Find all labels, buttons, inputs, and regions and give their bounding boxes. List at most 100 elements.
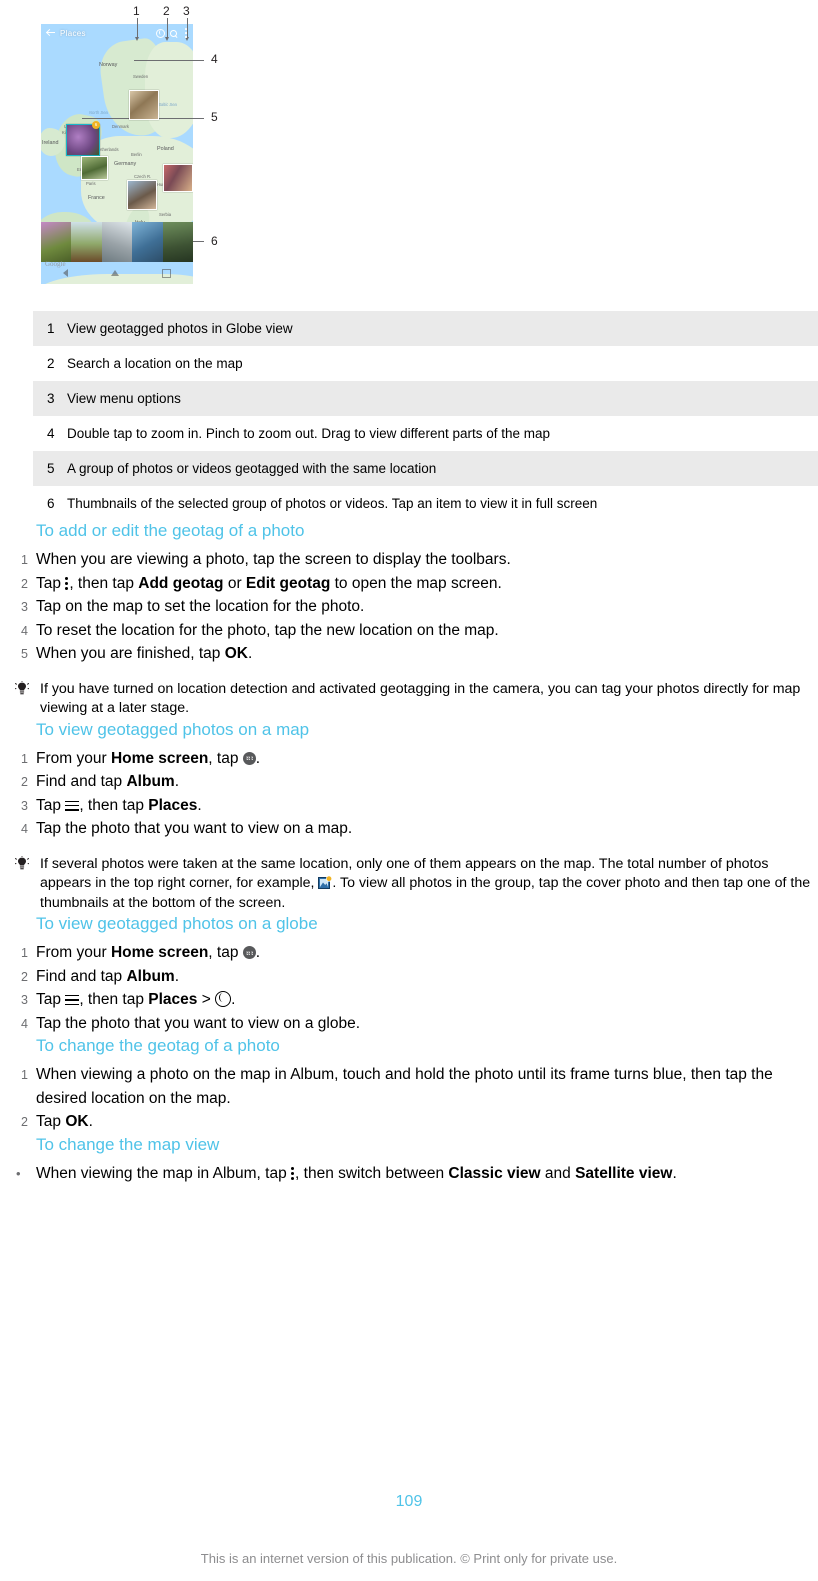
table-row-text: Double tap to zoom in. Pinch to zoom out… (67, 426, 551, 441)
ui-label-album: Album (126, 967, 175, 985)
photo-pin-denmark[interactable] (129, 90, 159, 120)
step-text: . (255, 749, 261, 767)
section-heading-view-on-globe: To view geotagged photos on a globe (36, 914, 318, 933)
section-heading-change-geotag: To change the geotag of a photo (36, 1036, 280, 1055)
step-text: . (88, 1113, 93, 1130)
step-text: . (255, 944, 261, 961)
step-item: From your Home screen, tap . (0, 747, 818, 771)
thumbnail-item[interactable] (101, 222, 133, 262)
nav-recents-icon[interactable] (162, 268, 172, 278)
ui-label-edit-geotag: Edit geotag (245, 574, 331, 592)
step-text: . (174, 967, 180, 985)
callout-number-4: 4 (211, 52, 218, 66)
back-arrow-icon[interactable] (47, 29, 55, 37)
callout-number-3: 3 (183, 4, 190, 18)
step-item: Tap , then tap Places > . (0, 988, 818, 1012)
globe-icon[interactable] (156, 28, 165, 38)
app-drawer-icon[interactable] (242, 751, 256, 765)
table-row-text: Search a location on the map (67, 356, 243, 371)
map-label: Berlin (131, 152, 142, 157)
group-count-badge: 6 (92, 121, 100, 129)
table-row: 1 View geotagged photos in Globe view (33, 311, 818, 346)
thumbnail-strip[interactable] (41, 222, 193, 262)
step-text: , tap (208, 944, 243, 961)
table-row-text: View geotagged photos in Globe view (67, 321, 293, 336)
step-item: Tap the photo that you want to view on a… (0, 1012, 818, 1036)
tip-note-several-photos: If several photos were taken at the same… (0, 855, 818, 914)
thumbnail-item[interactable] (162, 222, 193, 262)
callout-number-6: 6 (211, 234, 218, 248)
phone-screenshot-figure: Places Norway Sweden North Sea Baltic Sea De… (0, 0, 260, 295)
phone-screen: Places Norway Sweden North Sea Baltic Sea De… (41, 24, 193, 284)
section-heading-add-edit-geotag: To add or edit the geotag of a photo (36, 521, 305, 540)
lightbulb-icon (15, 680, 29, 697)
step-text: When viewing a photo on the map in Album… (36, 1066, 773, 1107)
nav-back-icon[interactable] (62, 269, 68, 277)
step-text: . (247, 645, 253, 662)
bullet-text: , then switch between (295, 1164, 449, 1182)
page-number: 109 (395, 1493, 423, 1510)
app-drawer-icon[interactable] (242, 946, 256, 959)
page-content: To add or edit the geotag of a photo Whe… (0, 520, 818, 1185)
ui-label-add-geotag: Add geotag (138, 574, 224, 592)
table-row-number: 1 (47, 321, 55, 336)
section-heading-view-on-map: To view geotagged photos on a map (36, 719, 310, 739)
app-bar: Places (41, 24, 193, 42)
photo-pin-group-people[interactable] (163, 164, 193, 192)
nav-home-icon[interactable] (110, 270, 119, 276)
table-row: 3 View menu options (33, 381, 818, 416)
bullet-text: When viewing the map in Album, tap (36, 1164, 292, 1182)
callout-number-2: 2 (163, 4, 170, 18)
step-text: From your (36, 944, 111, 961)
step-item: When you are viewing a photo, tap the sc… (0, 548, 818, 572)
overflow-menu-icon[interactable] (185, 28, 188, 38)
overflow-menu-icon[interactable] (291, 1166, 295, 1180)
step-text: . (197, 796, 202, 814)
step-item: Tap , then tap Add geotag or Edit geotag… (0, 572, 818, 596)
table-row-text: A group of photos or videos geotagged wi… (67, 461, 437, 476)
table-row-number: 4 (47, 426, 55, 441)
steps-add-edit-geotag: When you are viewing a photo, tap the sc… (0, 548, 818, 666)
map-label: France (88, 195, 105, 201)
photo-pin-portrait[interactable] (127, 180, 157, 210)
step-text: to open the map screen. (330, 574, 502, 592)
step-item: Tap OK. (0, 1110, 818, 1134)
table-row-number: 6 (47, 496, 55, 511)
steps-view-on-globe: From your Home screen, tap . Find and ta… (0, 941, 818, 1035)
map-label: North Sea (89, 110, 108, 115)
app-bar-title: Places (60, 28, 86, 38)
ui-label-home-screen: Home screen (110, 749, 209, 767)
map-label: Serbia (159, 212, 172, 217)
thumbnail-item[interactable] (71, 222, 102, 262)
tip-note-geotag: If you have turned on location detection… (0, 680, 818, 719)
table-row-number: 2 (47, 356, 55, 371)
step-item: From your Home screen, tap . (0, 941, 818, 965)
photo-pin-england[interactable] (81, 156, 108, 180)
step-text: , tap (208, 749, 243, 767)
callout-number-1: 1 (133, 4, 140, 18)
table-row-text: Thumbnails of the selected group of phot… (67, 496, 598, 511)
table-row: 6 Thumbnails of the selected group of pho… (33, 486, 818, 521)
step-text: Tap (36, 1113, 66, 1130)
thumbnail-item[interactable] (41, 222, 72, 262)
search-icon[interactable] (170, 29, 177, 37)
table-row: 2 Search a location on the map (33, 346, 818, 381)
step-item: When you are finished, tap OK. (0, 642, 818, 666)
step-text: To reset the location for the photo, tap… (36, 621, 499, 639)
map-label: Baltic Sea (158, 102, 177, 107)
hamburger-menu-icon[interactable] (65, 995, 80, 1006)
hamburger-menu-icon[interactable] (65, 800, 80, 811)
step-text: Tap (36, 991, 66, 1008)
ui-label-home-screen: Home screen (110, 944, 209, 961)
section-heading-change-map-view: To change the map view (36, 1134, 220, 1154)
step-text: or (223, 574, 246, 592)
step-text: Find and tap (36, 967, 127, 985)
map-label: Poland (157, 146, 174, 152)
globe-icon[interactable] (215, 991, 232, 1007)
ui-label-ok: OK (224, 645, 248, 662)
thumbnail-item[interactable] (132, 222, 163, 262)
step-text: Tap on the map to set the location for t… (36, 598, 365, 615)
map-label: Norway (99, 62, 118, 68)
ui-label-album: Album (126, 773, 175, 790)
overflow-menu-icon[interactable] (65, 576, 69, 590)
